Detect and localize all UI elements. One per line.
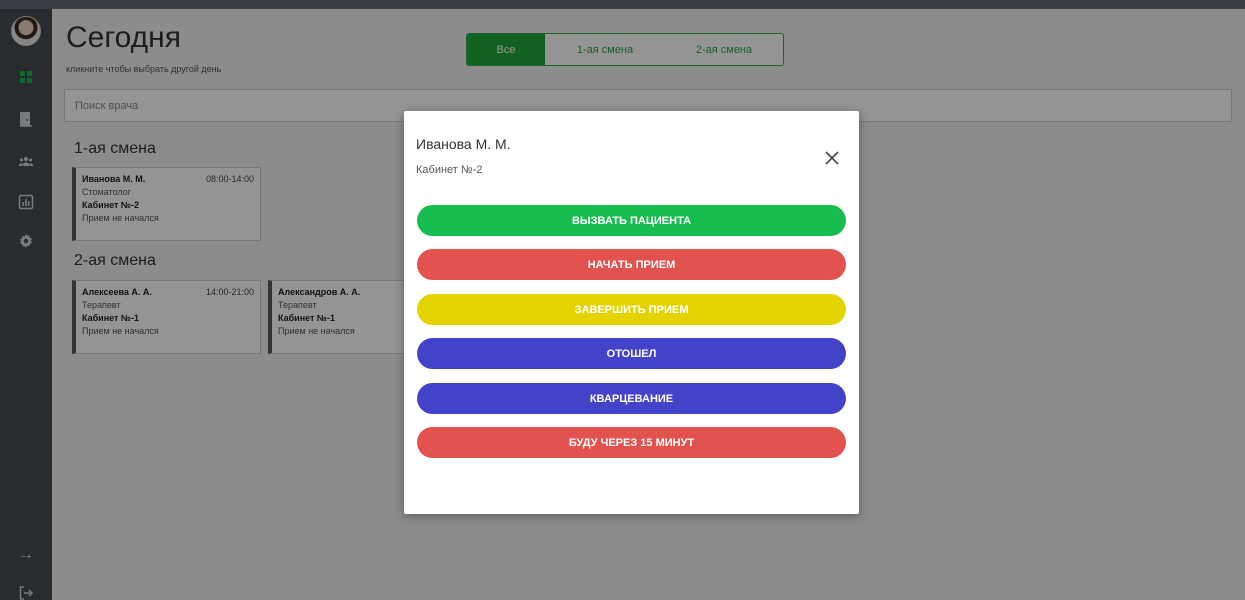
quartz-treatment-button[interactable]: КВАРЦЕВАНИЕ xyxy=(417,383,846,414)
finish-appointment-button[interactable]: ЗАВЕРШИТЬ ПРИЕМ xyxy=(417,294,846,325)
stepped-away-button[interactable]: ОТОШЕЛ xyxy=(417,338,846,369)
close-icon[interactable] xyxy=(823,149,841,167)
app-window: → Сегодня кликните чтобы выбрать другой … xyxy=(0,0,1245,600)
back-in-15-button[interactable]: БУДУ ЧЕРЕЗ 15 МИНУТ xyxy=(417,427,846,458)
modal-subtitle: Кабинет №-2 xyxy=(416,164,483,176)
start-appointment-button[interactable]: НАЧАТЬ ПРИЕМ xyxy=(417,249,846,280)
call-patient-button[interactable]: ВЫЗВАТЬ ПАЦИЕНТА xyxy=(417,205,846,236)
modal-title: Иванова М. М. xyxy=(416,136,511,152)
doctor-actions-modal: Иванова М. М. Кабинет №-2 ВЫЗВАТЬ ПАЦИЕН… xyxy=(404,111,859,514)
